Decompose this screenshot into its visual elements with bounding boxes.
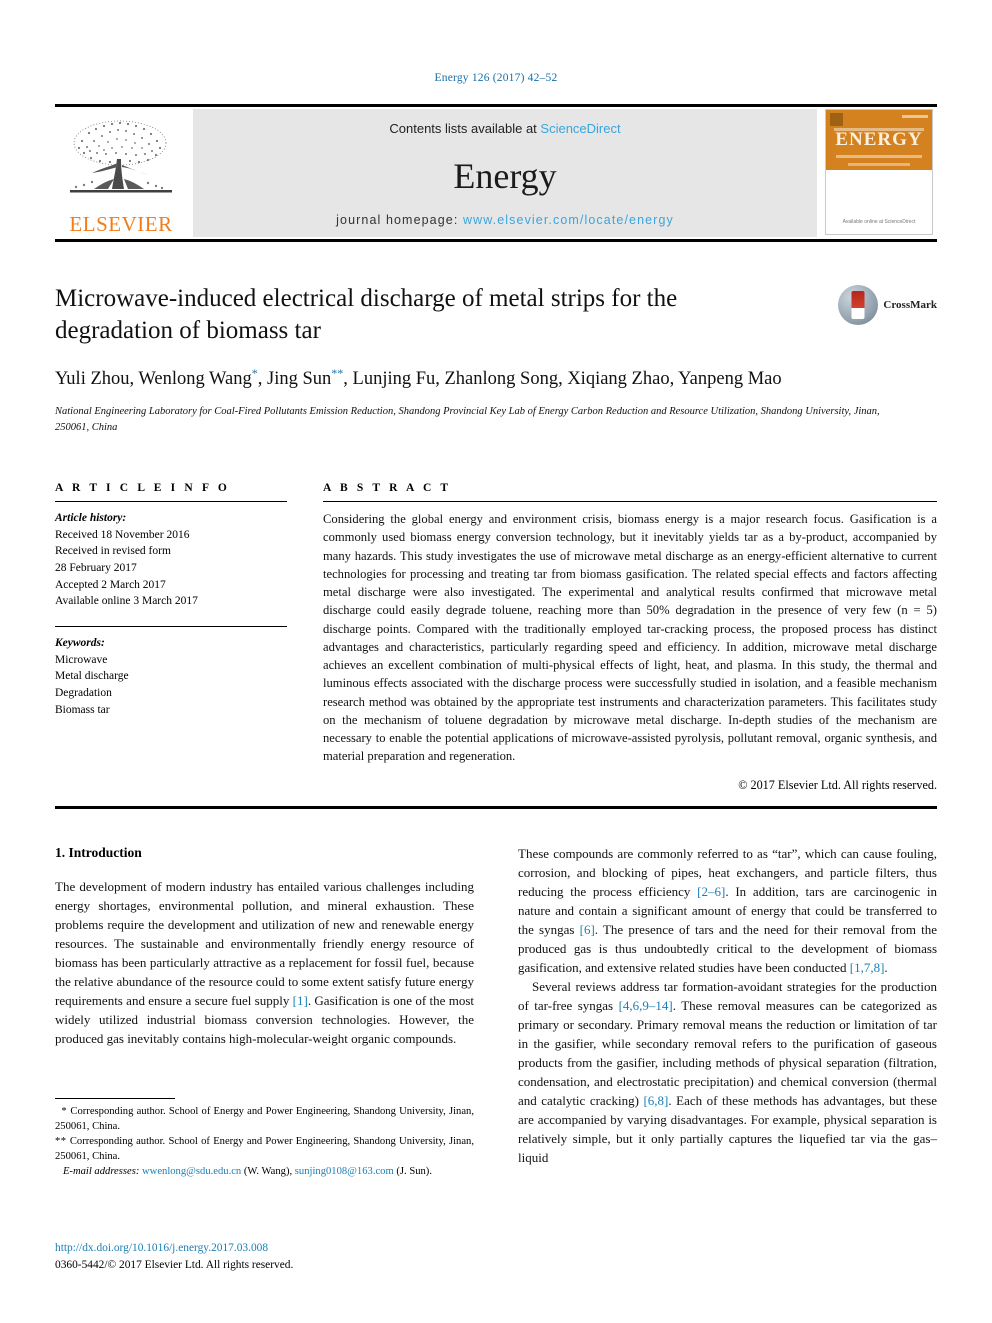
- email-link-2[interactable]: sunjing0108@163.com: [295, 1166, 394, 1177]
- body-column-right: These compounds are commonly referred to…: [518, 845, 937, 1167]
- citation-ref[interactable]: [1]: [293, 993, 308, 1008]
- author-affiliation: National Engineering Laboratory for Coal…: [55, 406, 880, 433]
- homepage-label: journal homepage:: [336, 213, 463, 227]
- cover-journal-title: ENERGY: [835, 129, 923, 150]
- page-title: Microwave-induced electrical discharge o…: [55, 285, 678, 344]
- cover-decorative-strip-3: [848, 163, 910, 166]
- cover-top-band: ENERGY: [826, 110, 932, 170]
- email-owner-2: (J. Sun).: [393, 1166, 432, 1178]
- elsevier-wordmark: ELSEVIER: [69, 212, 173, 236]
- paragraph: Several reviews address tar formation-av…: [518, 978, 937, 1168]
- keyword-item: Biomass tar: [55, 703, 110, 716]
- journal-homepage-link[interactable]: www.elsevier.com/locate/energy: [463, 213, 674, 227]
- body-separator-rule: [55, 806, 937, 809]
- article-info-heading: A R T I C L E I N F O: [55, 482, 230, 494]
- footnotes-block: * Corresponding author. School of Energy…: [55, 1098, 474, 1179]
- history-item: 28 February 2017: [55, 562, 137, 575]
- crossmark-label: CrossMark: [883, 299, 937, 311]
- article-history-block: Article history: Received 18 November 20…: [55, 510, 287, 610]
- footnote-text-2: Corresponding author. School of Energy a…: [55, 1136, 474, 1163]
- keywords-block: Keywords: Microwave Metal discharge Degr…: [55, 635, 287, 718]
- publisher-logo-block: ELSEVIER: [55, 109, 187, 237]
- crossmark-badge[interactable]: CrossMark: [838, 285, 937, 325]
- corresponding-mark-2: **: [331, 366, 344, 380]
- cover-lower-area: Available online at ScienceDirect: [826, 170, 932, 234]
- contents-available-line: Contents lists available at ScienceDirec…: [389, 121, 620, 136]
- running-head-citation: Energy 126 (2017) 42–52: [434, 72, 558, 84]
- footnote-corresponding-1: * Corresponding author. School of Energy…: [55, 1104, 474, 1134]
- cover-footer-text: Available online at ScienceDirect: [842, 218, 916, 225]
- abstract-rule: [323, 501, 937, 502]
- article-history-label: Article history:: [55, 512, 127, 524]
- cover-mini-logo-icon: [830, 113, 843, 126]
- section-heading-introduction: 1. Introduction: [55, 845, 142, 860]
- cover-decorative-strip-1: [834, 128, 924, 131]
- abstract-copyright: © 2017 Elsevier Ltd. All rights reserved…: [738, 777, 937, 792]
- author-names-part-4: Yanpeng Mao: [678, 369, 782, 390]
- footnote-emails: E-mail addresses: wwenlong@sdu.edu.cn (W…: [55, 1164, 474, 1179]
- elsevier-tree-icon: [62, 117, 180, 213]
- paragraph-text: .: [884, 959, 888, 975]
- footnote-mark-2: **: [55, 1136, 67, 1148]
- doi-link[interactable]: http://dx.doi.org/10.1016/j.energy.2017.…: [55, 1240, 555, 1257]
- issn-copyright-line: 0360-5442/© 2017 Elsevier Ltd. All right…: [55, 1259, 294, 1272]
- author-list: Yuli Zhou, Wenlong Wang*, Jing Sun**, Lu…: [55, 365, 875, 392]
- keyword-item: Microwave: [55, 653, 108, 666]
- citation-ref[interactable]: [1,7,8]: [850, 960, 885, 975]
- citation-ref[interactable]: [6]: [580, 922, 595, 937]
- journal-cover-block: ENERGY Available online at ScienceDirect: [825, 109, 937, 237]
- cover-decorative-strip-2: [836, 155, 922, 158]
- masthead-center-panel: Contents lists available at ScienceDirec…: [193, 109, 817, 237]
- footnote-text-1: Corresponding author. School of Energy a…: [55, 1106, 474, 1133]
- paragraph-text: . These removal measures can be categori…: [518, 997, 938, 1108]
- journal-cover-thumbnail: ENERGY Available online at ScienceDirect: [825, 109, 933, 235]
- keywords-rule: [55, 626, 287, 628]
- journal-title: Energy: [453, 155, 557, 196]
- article-info-column: A R T I C L E I N F O Article history: R…: [55, 482, 287, 718]
- paragraph: These compounds are commonly referred to…: [518, 845, 937, 978]
- history-item: Available online 3 March 2017: [55, 595, 198, 608]
- keyword-item: Degradation: [55, 687, 112, 700]
- history-item: Accepted 2 March 2017: [55, 578, 166, 591]
- crossmark-icon: [838, 285, 879, 325]
- footnote-rule: [55, 1098, 175, 1099]
- email-link-1[interactable]: wwenlong@sdu.edu.cn: [142, 1166, 241, 1177]
- masthead-top-rule: [55, 104, 937, 107]
- article-title-block: CrossMark Microwave-induced electrical d…: [55, 283, 937, 436]
- doi-block: http://dx.doi.org/10.1016/j.energy.2017.…: [55, 1240, 555, 1274]
- email-addresses-label: E-mail addresses:: [62, 1166, 140, 1178]
- journal-homepage-line: journal homepage: www.elsevier.com/locat…: [336, 213, 674, 227]
- masthead-bottom-rule: [55, 239, 937, 242]
- history-item: Received in revised form: [55, 545, 171, 558]
- paragraph: The development of modern industry has e…: [55, 878, 474, 1049]
- author-names-part-3: , Lunjing Fu, Zhanlong Song, Xiqiang Zha…: [343, 369, 675, 390]
- article-info-rule: [55, 501, 287, 502]
- citation-ref[interactable]: [2–6]: [697, 884, 725, 899]
- abstract-heading: A B S T R A C T: [323, 482, 452, 494]
- author-names-part-1: Yuli Zhou, Wenlong Wang: [55, 369, 252, 390]
- citation-ref[interactable]: [6,8]: [643, 1093, 668, 1108]
- author-names-part-2: , Jing Sun: [257, 369, 332, 390]
- sciencedirect-link[interactable]: ScienceDirect: [540, 121, 620, 136]
- journal-masthead: ELSEVIER Contents lists available at Sci…: [55, 104, 937, 242]
- citation-ref[interactable]: [4,6,9–14]: [619, 998, 673, 1013]
- paragraph-text: The development of modern industry has e…: [55, 879, 474, 1008]
- abstract-column: A B S T R A C T Considering the global e…: [323, 482, 937, 793]
- history-item: Received 18 November 2016: [55, 528, 190, 541]
- email-owner-1: (W. Wang),: [241, 1166, 295, 1178]
- keywords-label: Keywords:: [55, 637, 105, 650]
- paper-page: Energy 126 (2017) 42–52 ELSEVIER Content…: [0, 0, 992, 1323]
- cover-header-rule: [902, 115, 928, 118]
- keyword-item: Metal discharge: [55, 670, 129, 683]
- footnote-corresponding-2: ** Corresponding author. School of Energ…: [55, 1134, 474, 1164]
- contents-prefix: Contents lists available at: [389, 121, 541, 136]
- abstract-text: Considering the global energy and enviro…: [323, 512, 937, 764]
